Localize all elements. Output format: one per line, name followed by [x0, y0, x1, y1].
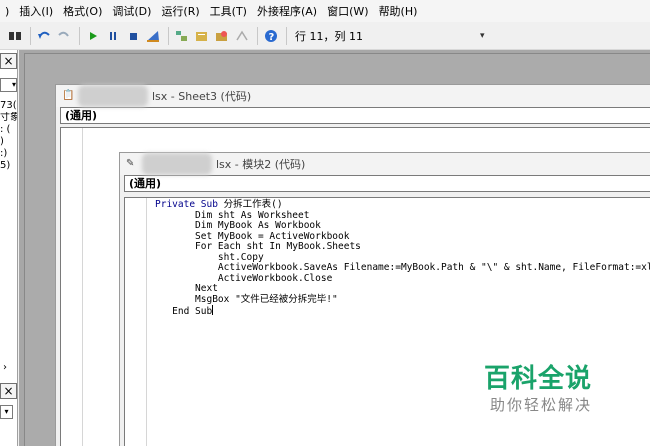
menu-item-run[interactable]: 运行(R) [156, 3, 204, 19]
sheet3-object-dropdown[interactable]: (通用) [60, 107, 650, 124]
menu-item-tools[interactable]: 工具(T) [205, 3, 252, 19]
sheet3-window-title: lsx - Sheet3 (代码) [152, 90, 252, 103]
watermark-logo-text: 百科全说 [484, 364, 593, 394]
toolbar-separator [30, 26, 31, 45]
redo-icon[interactable] [55, 27, 73, 45]
toolbar-separator [286, 26, 287, 45]
object-browser-icon[interactable] [213, 27, 231, 45]
code-line: Dim MyBook As Workbook [155, 220, 321, 231]
menu-item-format[interactable]: 格式(O) [58, 3, 107, 19]
code-window-icon: ✎ [126, 158, 135, 169]
code-line: Next [155, 283, 218, 294]
blurred-filename [142, 153, 212, 175]
menu-item-addins[interactable]: 外接程序(A) [252, 3, 322, 19]
toolbar-separator [257, 26, 258, 45]
module2-object-dropdown[interactable]: (通用) [124, 175, 650, 192]
close-icon[interactable]: × [0, 53, 17, 69]
toolbar-separator [79, 26, 80, 45]
toolbar-separator [168, 26, 169, 45]
blurred-filename [78, 85, 148, 107]
code-margin [125, 198, 147, 446]
module2-window-title: lsx - 模块2 (代码) [216, 158, 306, 171]
toolbar: ? 行 11，列 11 ▾ [0, 22, 650, 50]
project-tree-text: ) [0, 136, 4, 147]
close-icon[interactable]: × [0, 383, 17, 399]
text-cursor [212, 305, 214, 315]
chevron-down-icon[interactable]: ▾ [0, 405, 13, 419]
project-tree-text: 寸象 [0, 112, 17, 123]
menu-bar: ) 插入(I) 格式(O) 调试(D) 运行(R) 工具(T) 外接程序(A) … [0, 0, 650, 22]
menu-item-help[interactable]: 帮助(H) [374, 3, 423, 19]
run-icon[interactable] [84, 27, 102, 45]
menu-item-insert[interactable]: 插入(I) [14, 3, 58, 19]
svg-text:?: ? [269, 32, 275, 43]
code-line: ActiveWorkbook.SaveAs Filename:=MyBook.P… [155, 262, 650, 273]
code-line-last: End Sub [155, 305, 650, 318]
help-icon[interactable]: ? [262, 27, 280, 45]
code-window-icon: 📋 [62, 90, 75, 101]
find-icon[interactable] [6, 27, 24, 45]
properties-icon[interactable] [193, 27, 211, 45]
sheet3-window-titlebar[interactable]: 📋 lsx - Sheet3 (代码) [56, 85, 650, 107]
cursor-position-status: 行 11，列 11 [295, 29, 363, 43]
menu-item-debug[interactable]: 调试(D) [107, 3, 156, 19]
menu-item-window[interactable]: 窗口(W) [322, 3, 373, 19]
code-line: MsgBox "文件已经被分拆完毕!" [155, 293, 338, 305]
undo-icon[interactable] [35, 27, 53, 45]
toolbar-options-icon[interactable]: ▾ [480, 31, 485, 41]
watermark-slogan: 助你轻松解决 [490, 396, 593, 414]
project-explorer-icon[interactable] [173, 27, 191, 45]
scroll-right-icon[interactable]: › [3, 362, 7, 373]
module2-window-titlebar[interactable]: ✎ lsx - 模块2 (代码) [120, 153, 650, 175]
project-tree-text: :) [0, 148, 8, 159]
chevron-down-icon[interactable]: ▾ [0, 78, 17, 92]
code-margin [61, 128, 83, 446]
pause-icon[interactable] [104, 27, 122, 45]
stop-icon[interactable] [124, 27, 142, 45]
project-tree-text: 5) [0, 160, 11, 171]
code-line: ActiveWorkbook.Close [155, 272, 333, 284]
project-tree-text: 73( [0, 100, 17, 111]
project-pane: × ▾ 73( 寸象 : ( ) :) 5) › × ▾ [0, 50, 18, 446]
code-line: Private Sub 分拆工作表() [155, 199, 283, 210]
toolbox-icon[interactable] [233, 27, 251, 45]
design-mode-icon[interactable] [144, 27, 162, 45]
menu-item-partial[interactable]: ) [0, 5, 14, 18]
code-line-text: End Sub [155, 306, 213, 317]
vba-code: Private Sub 分拆工作表() Dim sht As Worksheet… [155, 199, 650, 318]
code-line: For Each sht In MyBook.Sheets [155, 241, 361, 252]
project-tree-text: : ( [0, 124, 11, 135]
